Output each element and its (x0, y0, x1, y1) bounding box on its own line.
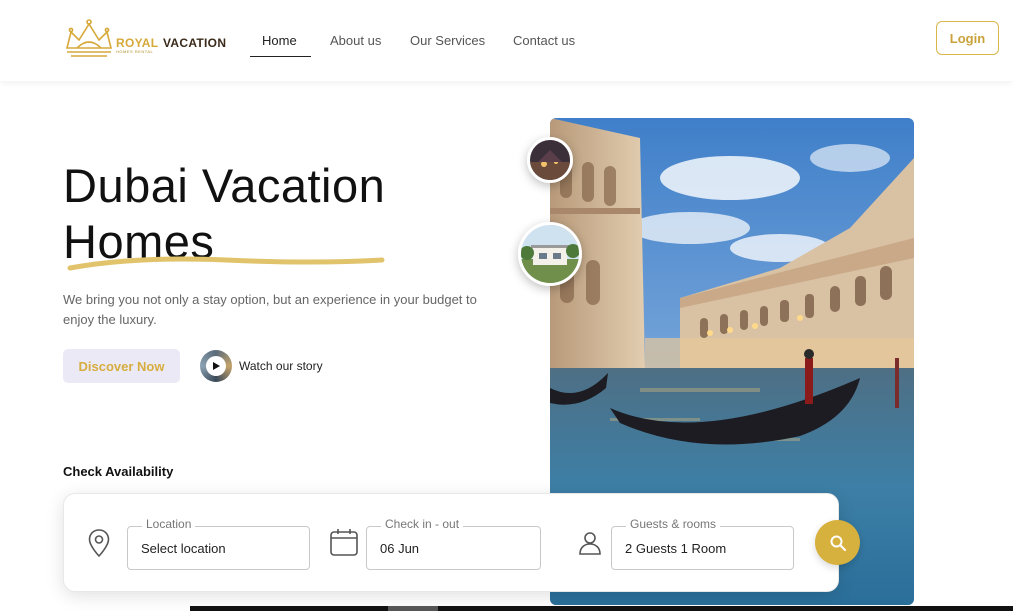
dates-field[interactable]: Check in - out 06 Jun (366, 517, 541, 570)
search-button[interactable] (815, 520, 860, 565)
user-icon (579, 532, 601, 555)
login-button[interactable]: Login (936, 21, 999, 55)
nav-item-our-services[interactable]: Our Services (410, 33, 485, 48)
play-icon (206, 356, 226, 376)
guests-value: 2 Guests 1 Room (625, 541, 727, 556)
bottom-scroll-thumb[interactable] (388, 606, 438, 611)
logo-brand-secondary: VACATION (163, 36, 227, 50)
location-field[interactable]: Location Select location (127, 517, 310, 570)
discover-now-button[interactable]: Discover Now (63, 349, 180, 383)
search-icon (830, 535, 846, 551)
thumbnail-villa[interactable] (518, 222, 582, 286)
map-pin-icon (88, 529, 110, 558)
bottom-scroll-strip (190, 606, 1013, 611)
watch-story-link[interactable]: Watch our story (200, 350, 323, 382)
nav-active-indicator (250, 56, 311, 57)
location-value: Select location (141, 541, 226, 556)
dates-value: 06 Jun (380, 541, 420, 556)
crown-icon (65, 19, 113, 57)
nav-item-home[interactable]: Home (262, 33, 297, 48)
title-underline-swoosh (67, 256, 385, 271)
logo-tagline: HOMES RENTAL (116, 49, 154, 54)
logo-brand-primary: ROYAL (116, 36, 159, 50)
video-thumbnail (200, 350, 232, 382)
watch-story-label: Watch our story (239, 359, 323, 373)
hero-description: We bring you not only a stay option, but… (63, 292, 477, 327)
dates-label: Check in - out (381, 517, 464, 531)
logo[interactable]: ROYAL VACATION HOMES RENTAL (63, 18, 233, 62)
nav-item-contact-us[interactable]: Contact us (513, 33, 575, 48)
nav-item-about-us[interactable]: About us (330, 33, 381, 48)
thumbnail-night-building[interactable] (527, 137, 573, 183)
calendar-icon (330, 529, 358, 556)
hero-title-line-1: Dubai Vacation (63, 159, 386, 212)
guests-field[interactable]: Guests & rooms 2 Guests 1 Room (611, 517, 794, 570)
location-label: Location (142, 517, 196, 531)
guests-label: Guests & rooms (626, 517, 721, 531)
site-header: ROYAL VACATION HOMES RENTAL Home About u… (0, 0, 1013, 81)
check-availability-title: Check Availability (63, 464, 174, 479)
availability-search-card: Location Select location Check in - out … (63, 493, 839, 592)
